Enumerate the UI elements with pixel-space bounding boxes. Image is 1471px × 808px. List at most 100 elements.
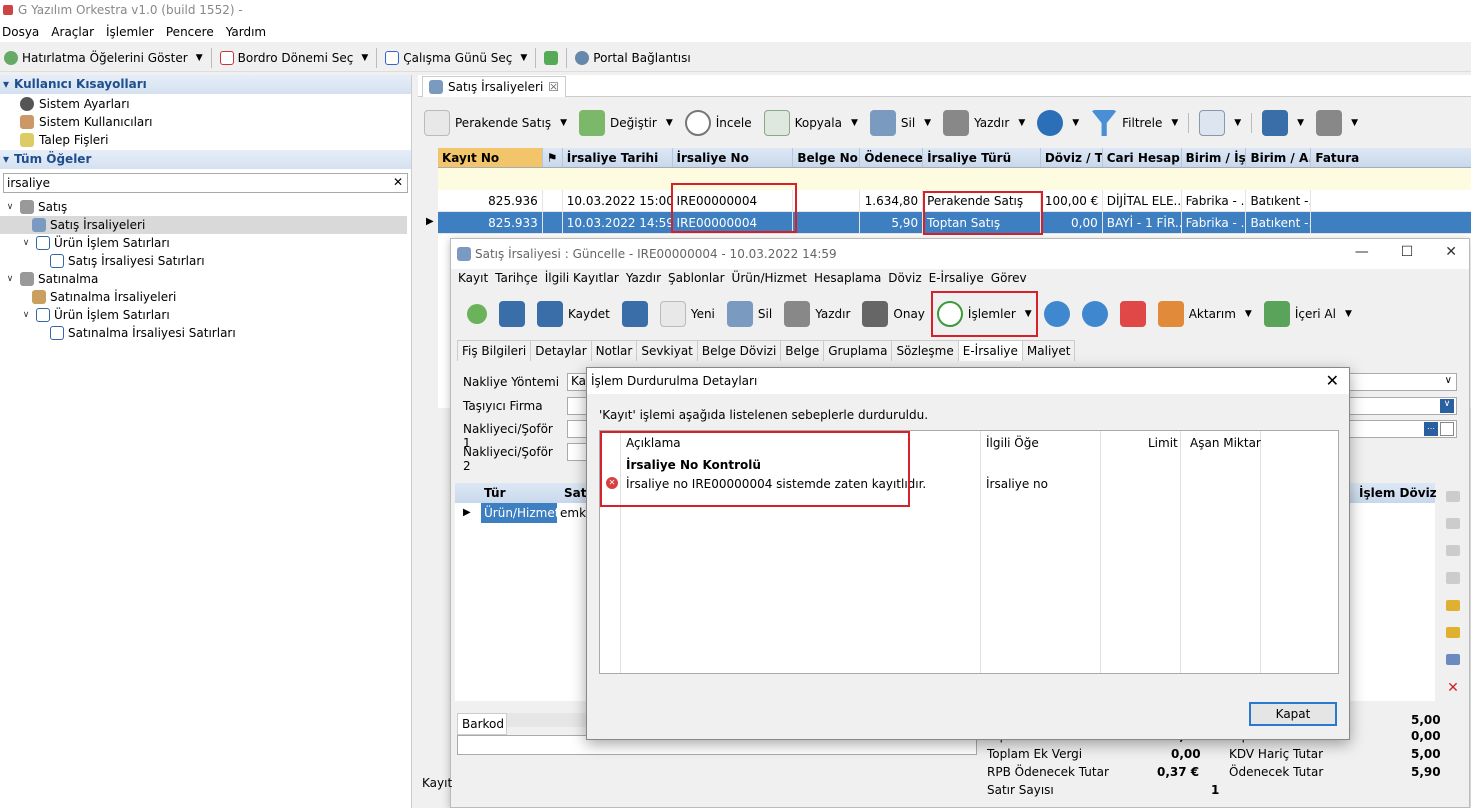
submenu-ilgili-kayitlar[interactable]: İlgili Kayıtlar [544, 269, 625, 289]
chevron-down-icon[interactable]: ▼ [1171, 118, 1178, 128]
menu-pencere[interactable]: Pencere [164, 22, 220, 42]
tab-sozlesme[interactable]: Sözleşme [891, 340, 959, 361]
col-belge-no[interactable]: Belge No [793, 148, 861, 167]
tree-node-satis[interactable]: ∨ Satış [0, 198, 411, 216]
move-down-button[interactable] [1076, 296, 1114, 332]
lookup-icon[interactable] [1440, 422, 1454, 436]
chevron-down-icon[interactable]: ▼ [1018, 118, 1025, 128]
chevron-down-icon[interactable]: ∨ [4, 274, 16, 284]
chevron-down-icon[interactable]: ▼ [1351, 118, 1358, 128]
move-up-button[interactable] [1038, 296, 1076, 332]
tab-gruplama[interactable]: Gruplama [823, 340, 893, 361]
col-birim-a[interactable]: Birim / A... [1246, 148, 1312, 167]
tree-node-urun-islem-2[interactable]: ∨ Ürün İşlem Satırları [0, 306, 411, 324]
tree-node-satis-irsaliyeleri[interactable]: Satış İrsaliyeleri [0, 216, 407, 234]
col-irsaliye-turu[interactable]: İrsaliye Türü [923, 148, 1041, 167]
tab-sevkiyat[interactable]: Sevkiyat [636, 340, 698, 361]
submenu-gorev[interactable]: Görev [990, 269, 1033, 289]
copy-row-icon[interactable] [1446, 626, 1460, 638]
perakende-satis-button[interactable]: Perakende Satış ▼ [418, 105, 573, 141]
col-ilgili-oge[interactable]: İlgili Öğe [986, 436, 1039, 450]
chevron-down-icon[interactable]: ▼ [361, 53, 368, 63]
tab-e-irsaliye[interactable]: E-İrsaliye [957, 340, 1023, 361]
submenu-tarihce[interactable]: Tarihçe [494, 269, 544, 289]
sil-button[interactable]: Sil [721, 296, 778, 332]
aktarim-button[interactable]: Aktarım ▼ [1152, 296, 1258, 332]
col-islem-doviz[interactable]: İşlem Döviz [1357, 483, 1437, 503]
chevron-down-icon[interactable]: ▼ [196, 53, 203, 63]
chevron-down-icon[interactable]: ▼ [1245, 309, 1252, 319]
error-related-item[interactable]: İrsaliye no [986, 477, 1048, 491]
export-button[interactable] [540, 46, 562, 70]
settings-button[interactable]: ▼ [1031, 105, 1085, 141]
insert-row-icon[interactable] [1446, 599, 1460, 611]
chevron-down-icon[interactable]: ▼ [1072, 118, 1079, 128]
filtrele-button[interactable]: Filtrele ▼ [1085, 105, 1184, 141]
onay-button[interactable]: Onay [856, 296, 931, 332]
menu-araclar[interactable]: Araçlar [49, 22, 100, 42]
chevron-down-icon[interactable]: ▼ [560, 118, 567, 128]
submenu-hesaplama[interactable]: Hesaplama [813, 269, 887, 289]
yazdir-button[interactable]: Yazdır ▼ [937, 105, 1031, 141]
print-button[interactable]: ▼ [1310, 105, 1364, 141]
move-down-icon[interactable] [1446, 545, 1460, 557]
submenu-urun-hizmet[interactable]: Ürün/Hizmet [731, 269, 813, 289]
close-icon[interactable]: ✕ [1445, 244, 1457, 260]
shortcut-talep-fisleri[interactable]: Talep Fişleri [0, 130, 411, 148]
chevron-down-icon[interactable]: ∨ [20, 310, 32, 320]
submenu-yazdir[interactable]: Yazdır [625, 269, 667, 289]
col-flag[interactable]: ⚑ [543, 148, 563, 167]
ellipsis-icon[interactable]: … [1424, 422, 1438, 436]
check-button[interactable] [1114, 296, 1152, 332]
search-input[interactable]: irsaliye ✕ [3, 173, 408, 193]
iceri-al-button[interactable]: İçeri Al ▼ [1258, 296, 1358, 332]
submenu-e-irsaliye[interactable]: E-İrsaliye [928, 269, 990, 289]
move-bottom-icon[interactable] [1446, 572, 1460, 584]
kapat-button[interactable]: Kapat [1249, 702, 1337, 726]
save-new-button[interactable] [616, 296, 654, 332]
degistir-button[interactable]: Değiştir ▼ [573, 105, 679, 141]
col-asan-miktar[interactable]: Aşan Miktar [1190, 436, 1261, 450]
tree-node-satis-irsaliyesi-satirlari[interactable]: Satış İrsaliyesi Satırları [0, 252, 411, 270]
col-irsaliye-no[interactable]: İrsaliye No [673, 148, 794, 167]
col-irsaliye-tarihi[interactable]: İrsaliye Tarihi [563, 148, 673, 167]
menu-yardim[interactable]: Yardım [224, 22, 272, 42]
tab-maliyet[interactable]: Maliyet [1021, 340, 1076, 361]
all-items-header[interactable]: Tüm Öğeler [0, 150, 411, 169]
tab-belge-dovizi[interactable]: Belge Dövizi [696, 340, 782, 361]
delete-row-icon[interactable]: ✕ [1446, 681, 1460, 695]
grid-filter-row[interactable] [438, 168, 1471, 190]
save-layout-button[interactable]: ▼ [1256, 105, 1310, 141]
chevron-down-icon[interactable]: ▼ [924, 118, 931, 128]
kopyala-button[interactable]: Kopyala ▼ [758, 105, 864, 141]
menu-dosya[interactable]: Dosya [0, 22, 45, 42]
shortcut-sistem-ayarlari[interactable]: Sistem Ayarları [0, 94, 411, 112]
barkod-tab[interactable]: Barkod [457, 713, 507, 735]
move-top-icon[interactable] [1446, 491, 1460, 503]
add-button[interactable] [461, 296, 493, 332]
tab-satis-irsaliyeleri[interactable]: Satış İrsaliyeleri ☒ [422, 76, 567, 97]
close-icon[interactable]: ✕ [1326, 371, 1339, 390]
payroll-button[interactable]: Bordro Dönemi Seç ▼ [216, 46, 373, 70]
reminder-button[interactable]: Hatırlatma Öğelerini Göster ▼ [0, 46, 207, 70]
col-limit[interactable]: Limit [1148, 436, 1178, 450]
chevron-down-icon[interactable]: ∨ [4, 202, 16, 212]
chevron-down-icon[interactable]: ▼ [1297, 118, 1304, 128]
islemler-button[interactable]: İşlemler ▼ [930, 291, 1038, 337]
portal-button[interactable]: Portal Bağlantısı [571, 46, 694, 70]
chevron-down-icon[interactable]: ▼ [1025, 309, 1032, 319]
close-tab-icon[interactable]: ☒ [548, 80, 559, 94]
tab-fis-bilgileri[interactable]: Fiş Bilgileri [457, 340, 532, 361]
chevron-down-icon[interactable]: ▼ [1234, 118, 1241, 128]
export-docs-button[interactable]: ▼ [1193, 105, 1247, 141]
workday-button[interactable]: Çalışma Günü Seç ▼ [381, 46, 531, 70]
tab-detaylar[interactable]: Detaylar [530, 340, 592, 361]
col-cari-hesap[interactable]: Cari Hesap [1103, 148, 1182, 167]
shortcuts-header[interactable]: Kullanıcı Kısayolları [0, 75, 411, 94]
sil-button[interactable]: Sil ▼ [864, 105, 937, 141]
chevron-down-icon[interactable]: ∨ [1445, 375, 1452, 386]
col-doviz[interactable]: Döviz / T... [1041, 148, 1103, 167]
chevron-down-icon[interactable]: ▼ [851, 118, 858, 128]
submenu-kayit[interactable]: Kayıt [457, 269, 494, 289]
save-refresh-button[interactable] [493, 296, 531, 332]
